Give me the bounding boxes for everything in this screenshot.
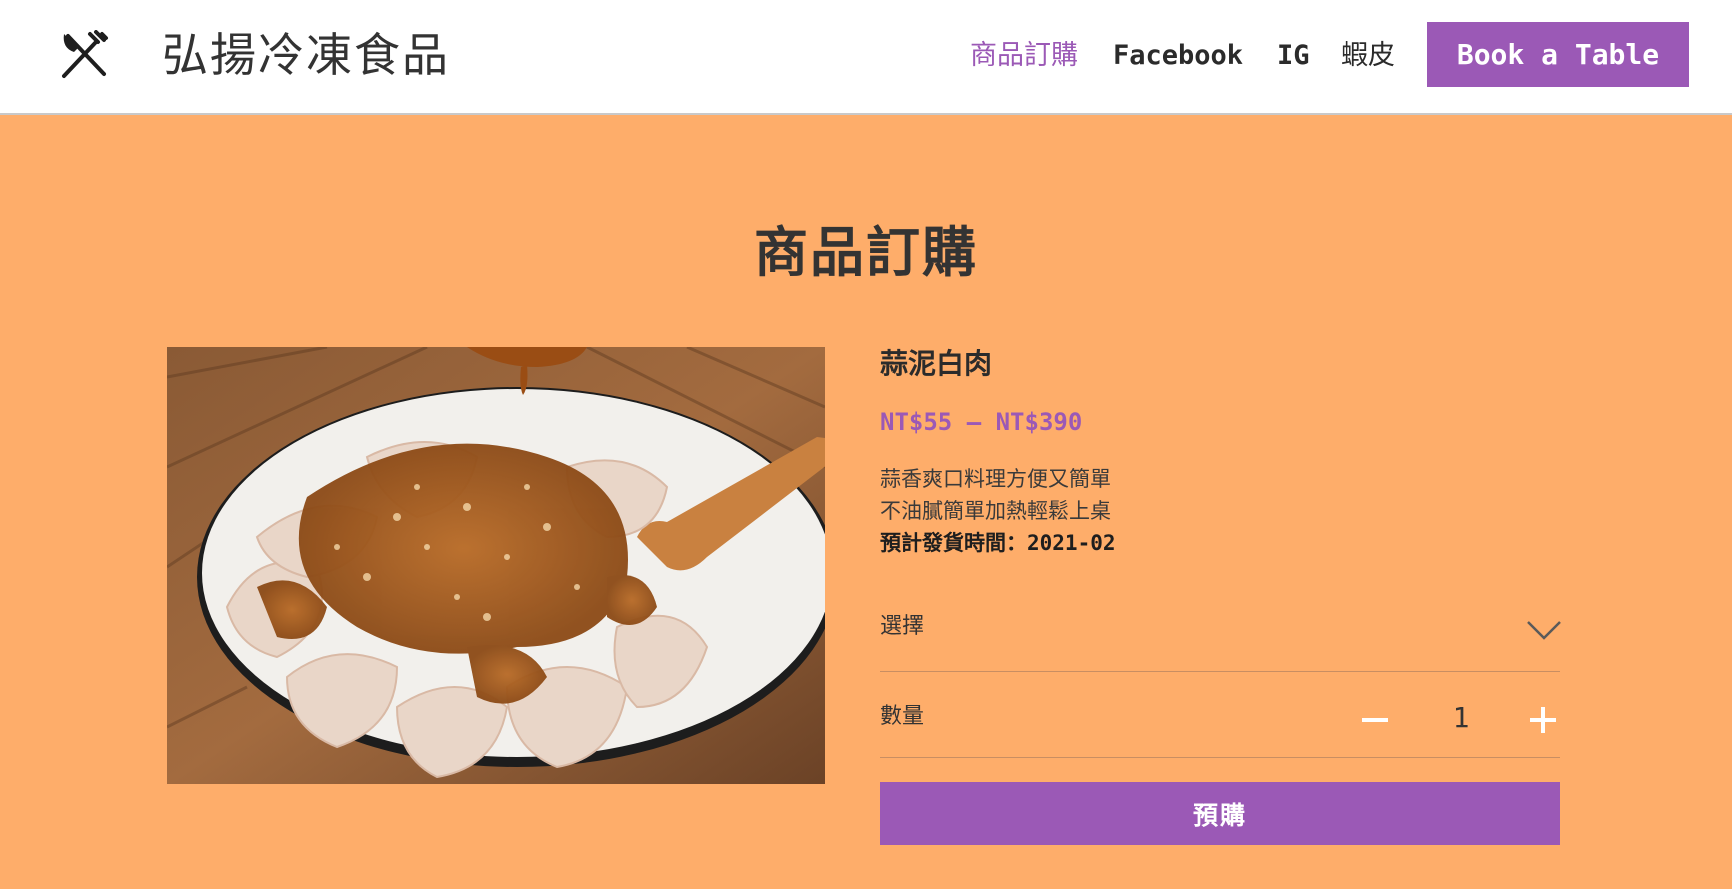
product-name: 蒜泥白肉: [880, 347, 993, 380]
option-select[interactable]: 選擇: [880, 606, 1562, 672]
book-table-button[interactable]: Book a Table: [1427, 22, 1689, 87]
quantity-value[interactable]: 1: [1440, 700, 1482, 736]
preorder-button[interactable]: 預購: [880, 782, 1560, 845]
minus-icon[interactable]: [1358, 700, 1392, 734]
nav-item-order[interactable]: 商品訂購: [970, 38, 1078, 74]
product-image: [167, 347, 825, 784]
nav-item-shopee[interactable]: 蝦皮: [1341, 38, 1395, 74]
ship-date: 預計發貨時間：2021-02: [880, 527, 1116, 559]
option-select-label: 選擇: [880, 614, 925, 639]
page-title: 商品訂購: [754, 221, 978, 284]
brand-name[interactable]: 弘揚冷凍食品: [162, 28, 450, 82]
main-nav-ig: IG: [1277, 38, 1310, 74]
ship-date-label: 預計發貨時間：: [880, 531, 1027, 555]
chevron-down-icon[interactable]: [1526, 618, 1562, 642]
product-price: NT$55 – NT$390: [880, 408, 1083, 436]
description-line: 蒜香爽口料理方便又簡單: [880, 467, 1111, 491]
main-nav: 商品訂購: [970, 38, 1078, 74]
quantity-stepper: 數量 1: [880, 700, 1560, 758]
main-nav-shopee: 蝦皮: [1341, 38, 1395, 74]
main-nav-facebook: Facebook: [1113, 38, 1243, 74]
product-description: 蒜香爽口料理方便又簡單 不油膩簡單加熱輕鬆上桌 預計發貨時間：2021-02: [880, 463, 1116, 559]
description-line: 不油膩簡單加熱輕鬆上桌: [880, 499, 1111, 523]
nav-item-ig[interactable]: IG: [1277, 38, 1310, 74]
nav-item-facebook[interactable]: Facebook: [1113, 38, 1243, 74]
fork-knife-icon[interactable]: [60, 30, 110, 80]
quantity-label: 數量: [880, 704, 925, 729]
ship-date-value: 2021-02: [1027, 531, 1116, 555]
plus-icon[interactable]: [1526, 700, 1560, 734]
site-header: 弘揚冷凍食品 商品訂購 Facebook IG 蝦皮 Book a Table: [0, 0, 1732, 115]
